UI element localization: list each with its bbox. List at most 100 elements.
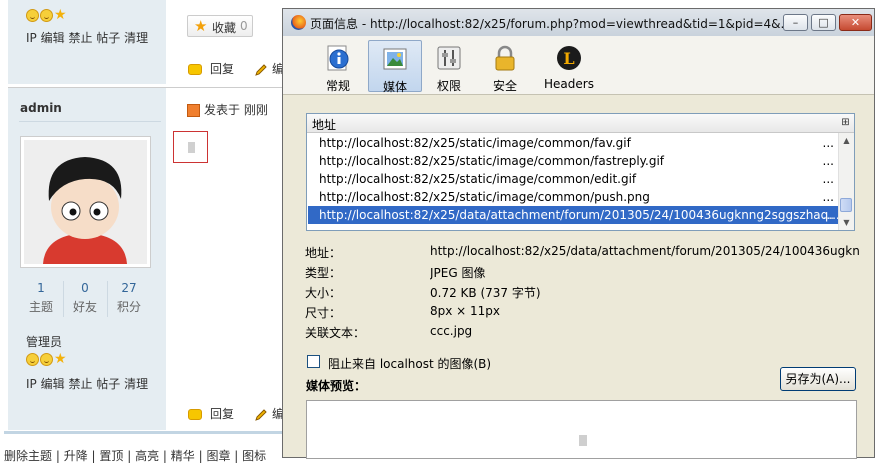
list-scrollbar[interactable]: ▲ ▼ [838, 133, 854, 230]
post-info: 发表于 刚刚 [187, 101, 268, 118]
posts-link[interactable]: 帖子 [96, 31, 120, 45]
list-item-url: http://localhost:82/x25/static/image/com… [319, 136, 631, 150]
reply-icon [188, 64, 202, 75]
stat-friends[interactable]: 0 好友 [64, 281, 106, 315]
scroll-up-icon[interactable]: ▲ [839, 133, 854, 148]
media-preview-label: 媒体预览： [306, 379, 367, 393]
stat-credits[interactable]: 27 积分 [108, 281, 150, 315]
list-item-selected[interactable]: http://localhost:82/x25/data/attachment/… [308, 206, 839, 224]
highlight-link[interactable]: 高亮 [135, 449, 159, 463]
digest-link[interactable]: 精华 [171, 449, 195, 463]
pencil-icon [255, 63, 267, 76]
list-item-more: ... [822, 136, 834, 150]
tab-label: 常规 [325, 79, 350, 93]
permissions-icon [437, 46, 461, 70]
moderation-links: 删除主题 | 升降 | 置顶 | 高亮 | 精华 | 图章 | 图标 [4, 449, 267, 463]
stat-value: 0 [81, 281, 89, 295]
list-item[interactable]: http://localhost:82/x25/static/image/com… [308, 188, 839, 206]
block-images-label[interactable]: 阻止来自 localhost 的图像(B) [328, 355, 491, 372]
edit-button[interactable]: 编 [254, 60, 284, 77]
username[interactable]: admin [20, 101, 62, 115]
reply-label: 回复 [210, 62, 235, 76]
block-images-checkbox[interactable] [307, 355, 320, 368]
tab-headers[interactable]: L Headers [533, 40, 605, 92]
attachment-thumbnail [188, 142, 195, 153]
user-icon [187, 104, 200, 117]
type-label: 类型： [305, 266, 342, 280]
tab-security[interactable]: 安全 [477, 40, 533, 93]
dimensions-value: 8px × 11px [430, 304, 501, 318]
list-item-more: ... [822, 190, 834, 204]
tab-label: 安全 [492, 79, 517, 93]
clear-link[interactable]: 清理 [124, 377, 148, 391]
info-icon [327, 45, 349, 71]
minimize-button[interactable]: – [783, 14, 808, 31]
tab-label: 媒体 [382, 80, 407, 94]
list-item[interactable]: http://localhost:82/x25/static/image/com… [308, 170, 839, 188]
lock-icon [495, 45, 515, 71]
associated-text-label: 关联文本： [305, 326, 366, 340]
address-label: 地址： [305, 246, 342, 260]
address-value: http://localhost:82/x25/data/attachment/… [430, 244, 860, 258]
type-value: JPEG 图像 [430, 266, 486, 280]
column-picker-icon[interactable]: ⊞ [839, 116, 852, 129]
posted-time: 发表于 刚刚 [204, 103, 268, 117]
star-icon: ★ [54, 7, 67, 23]
edit-button[interactable]: 编 [254, 405, 284, 422]
list-item-more: ... [822, 208, 834, 222]
pencil-icon [255, 408, 267, 421]
maximize-button[interactable]: □ [811, 14, 836, 31]
firefox-icon [291, 15, 306, 30]
tab-media[interactable]: 媒体 [368, 40, 422, 94]
broken-image-frame[interactable] [173, 131, 208, 163]
stat-value: 1 [37, 281, 45, 295]
favorite-button[interactable]: ★ 收藏 0 [187, 15, 253, 37]
ip-link[interactable]: IP [26, 31, 37, 45]
list-item-more: ... [822, 172, 834, 186]
delete-thread-link[interactable]: 删除主题 [4, 449, 52, 463]
user-group[interactable]: 管理员 [26, 333, 62, 350]
stat-label: 主题 [28, 300, 53, 314]
list-item[interactable]: http://localhost:82/x25/static/image/com… [308, 134, 839, 152]
associated-text-value: ccc.jpg [430, 324, 473, 338]
tab-general[interactable]: 常规 [307, 40, 369, 93]
icon-link[interactable]: 图标 [242, 449, 266, 463]
stamp-link[interactable]: 图章 [206, 449, 230, 463]
list-item[interactable]: http://localhost:82/x25/static/image/com… [308, 152, 839, 170]
size-label: 大小： [305, 286, 342, 300]
tab-label: Headers [544, 77, 594, 91]
edit-link[interactable]: 编辑 [41, 377, 65, 391]
list-item-url: http://localhost:82/x25/static/image/com… [319, 154, 665, 168]
media-icon [383, 48, 407, 70]
user-actions-bottom: IP 编辑 禁止 帖子 清理 [26, 375, 148, 392]
preview-image [579, 435, 587, 446]
save-as-button[interactable]: 另存为(A)... [780, 367, 856, 391]
tab-permissions[interactable]: 权限 [421, 40, 477, 93]
edit-link[interactable]: 编辑 [41, 31, 65, 45]
close-button[interactable]: ✕ [839, 14, 872, 31]
ban-link[interactable]: 禁止 [68, 377, 92, 391]
reply-icon [188, 409, 202, 420]
clear-link[interactable]: 清理 [124, 31, 148, 45]
list-item-url: http://localhost:82/x25/static/image/com… [319, 190, 650, 204]
media-list[interactable]: 地址 ⊞ http://localhost:82/x25/static/imag… [306, 113, 855, 231]
dialog-titlebar[interactable]: 页面信息 - http://localhost:82/x25/forum.php… [283, 9, 874, 37]
posts-link[interactable]: 帖子 [96, 377, 120, 391]
reply-button[interactable]: 回复 [188, 60, 234, 77]
list-header[interactable]: 地址 ⊞ [307, 114, 854, 133]
bump-link[interactable]: 升降 [64, 449, 88, 463]
page-info-dialog: 页面信息 - http://localhost:82/x25/forum.php… [282, 8, 875, 459]
username-divider [19, 121, 161, 122]
address-column-header: 地址 [312, 118, 337, 132]
ban-link[interactable]: 禁止 [68, 31, 92, 45]
dimensions-label: 尺寸： [305, 306, 342, 320]
scroll-down-icon[interactable]: ▼ [839, 215, 854, 230]
avatar[interactable] [20, 136, 151, 268]
reply-button[interactable]: 回复 [188, 405, 234, 422]
favorite-count: 0 [240, 19, 248, 33]
smiley-icon [40, 9, 53, 22]
ip-link[interactable]: IP [26, 377, 37, 391]
stat-threads[interactable]: 1 主题 [20, 281, 62, 315]
scroll-thumb[interactable] [840, 198, 852, 212]
stick-link[interactable]: 置顶 [99, 449, 123, 463]
